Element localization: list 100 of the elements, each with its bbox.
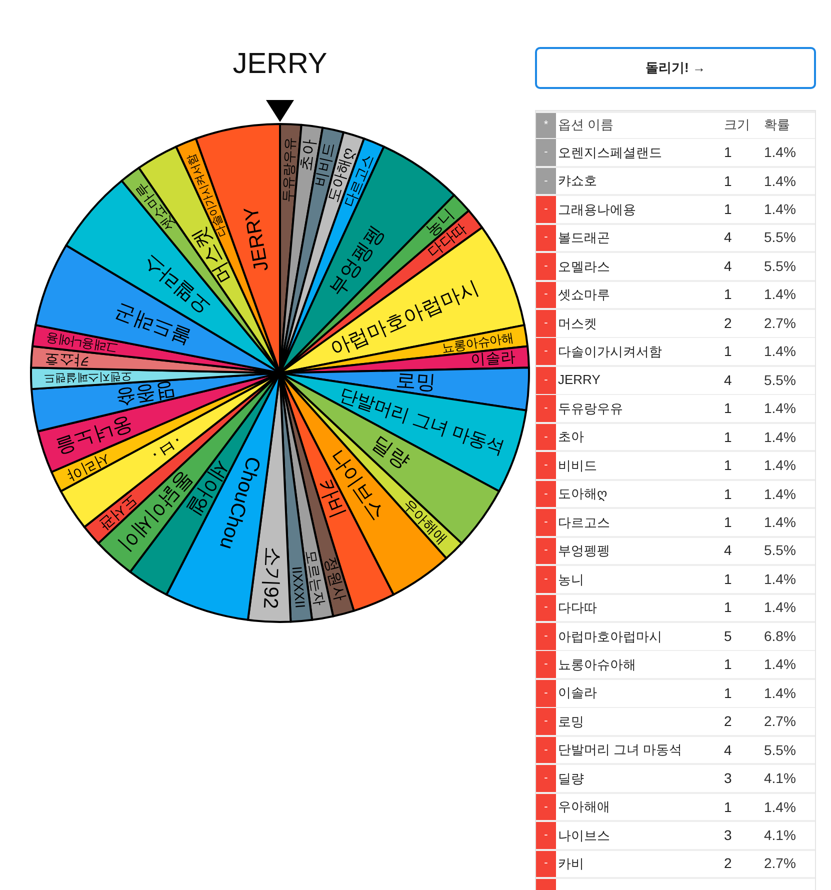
option-name: 다르고스: [558, 514, 611, 532]
size-cell-text: 1: [724, 684, 733, 703]
remove-button[interactable]: -: [536, 196, 556, 223]
remove-button[interactable]: -: [536, 310, 556, 337]
probability-cell-text: 5.5%: [764, 541, 796, 560]
remove-button[interactable]: -: [536, 794, 556, 820]
remove-button[interactable]: -: [536, 736, 556, 764]
size-cell-text: 2: [724, 314, 733, 333]
option-name: 아럽마호아럽마시: [558, 628, 663, 646]
size-cell-text: 1: [724, 342, 733, 362]
remove-button[interactable]: -: [536, 622, 556, 650]
option-name: 부엉펭펭: [558, 542, 611, 560]
size-cell-text: 4: [724, 370, 733, 390]
option-name: 캬쇼호: [558, 172, 598, 190]
option-name: 볼드래곤: [558, 229, 611, 248]
size-cell-text: 2: [724, 712, 733, 732]
option-name: 오멜라스: [558, 258, 611, 276]
column-header: 확률: [764, 116, 790, 134]
size-cell-text: 1: [724, 143, 733, 162]
remove-button[interactable]: -: [536, 708, 556, 736]
probability-cell-text: 1.4%: [764, 484, 796, 504]
slice-label: ·ㅂ·: [146, 429, 186, 466]
size-cell-text: 1: [724, 484, 733, 504]
wheel-title: JERRY: [232, 47, 328, 82]
slice-label: 캬쇼호: [44, 350, 90, 369]
size-cell-text: 1: [724, 570, 733, 589]
size-cell-text: 3: [724, 769, 733, 788]
slice-label: JERRY: [240, 205, 274, 274]
size-cell-text: 1: [724, 399, 733, 418]
option-name: 이솔라: [558, 684, 598, 702]
probability-cell-text: 2.7%: [764, 854, 796, 874]
option-name: JERRY: [558, 371, 602, 390]
size-cell-text: 1: [724, 513, 733, 532]
size-cell-text: 4: [724, 541, 733, 560]
option-name: 나이브스: [558, 826, 611, 845]
probability-cell-text: 2.7%: [764, 712, 796, 732]
size-cell-text: 1: [724, 172, 733, 191]
option-name: 도아해ღ: [558, 485, 608, 504]
remove-button[interactable]: -: [536, 765, 556, 792]
remove-button[interactable]: -: [536, 424, 556, 450]
option-name: 농니: [558, 570, 585, 589]
remove-button[interactable]: -: [536, 509, 556, 536]
option-name: 단발머리 그녀 마동석: [558, 741, 684, 760]
column-header: 크기: [724, 116, 751, 134]
pointer-triangle-icon: [266, 100, 294, 122]
slice-label: 오렌지스페셜랜드: [44, 370, 132, 384]
size-cell-text: 1: [724, 598, 733, 618]
option-name: 로밍: [558, 712, 585, 731]
size-cell-text: 2: [724, 854, 733, 874]
option-name: 두유랑우유: [558, 400, 624, 418]
remove-button[interactable]: -: [536, 366, 556, 394]
remove-button[interactable]: -: [536, 452, 556, 479]
size-cell-text: 4: [724, 256, 733, 276]
probability-cell-text: 1.4%: [764, 570, 796, 589]
probability-cell-text: 2.7%: [764, 314, 796, 333]
option-name: 카비: [558, 855, 585, 874]
probability-cell-text: 1.4%: [764, 172, 796, 191]
probability-cell-text: 4.1%: [764, 769, 796, 788]
remove-button[interactable]: -: [536, 224, 556, 252]
option-name: 그래용나에용: [558, 200, 637, 219]
column-header: 옵션 이름: [558, 116, 615, 134]
option-name: 초아: [558, 428, 585, 446]
size-cell-text: 1: [724, 200, 733, 220]
remove-button[interactable]: -: [536, 253, 556, 280]
remove-button[interactable]: -: [536, 538, 556, 564]
slice-label: 초아: [298, 138, 319, 172]
slice-label: 소기92: [258, 546, 284, 610]
probability-cell-text: 1.4%: [764, 143, 796, 162]
probability-cell-text: 5.5%: [764, 228, 796, 248]
size-cell-text: 1: [724, 655, 733, 674]
remove-button[interactable]: -: [536, 594, 556, 622]
size-cell-text: 1: [724, 798, 733, 817]
remove-button[interactable]: -: [536, 680, 556, 707]
header-button[interactable]: *: [536, 112, 556, 138]
remove-button[interactable]: -: [536, 395, 556, 422]
probability-cell-text: 5.5%: [764, 370, 796, 390]
option-name: 다다따: [558, 599, 598, 618]
option-name: 오렌지스페셜랜드: [558, 144, 663, 162]
remove-button[interactable]: -: [536, 850, 556, 878]
probability-cell-text: 1.4%: [764, 798, 796, 817]
probability-cell-text: 1.4%: [764, 655, 796, 674]
size-cell-text: 4: [724, 740, 733, 760]
probability-cell-text: 5.5%: [764, 256, 796, 276]
size-cell-text: 3: [724, 826, 733, 845]
remove-button[interactable]: -: [536, 822, 556, 849]
remove-button[interactable]: -: [536, 480, 556, 508]
probability-cell-text: 1.4%: [764, 598, 796, 618]
remove-button[interactable]: -: [536, 338, 556, 366]
probability-cell-text: 6.8%: [764, 626, 796, 646]
slice-label: 이솔라: [470, 350, 516, 369]
option-name: 셋쇼마루: [558, 286, 611, 304]
probability-cell-text: 1.4%: [764, 428, 796, 447]
probability-cell-text: 1.4%: [764, 456, 796, 476]
spin-button[interactable]: 돌리기! →: [535, 47, 816, 89]
remove-button[interactable]: -: [536, 566, 556, 593]
remove-button[interactable]: -: [536, 282, 556, 308]
probability-cell-text: 4.1%: [764, 826, 796, 845]
probability-cell-text: 1.4%: [764, 342, 796, 362]
remove-button[interactable]: -: [536, 651, 556, 678]
option-name: 비비드: [558, 456, 598, 475]
